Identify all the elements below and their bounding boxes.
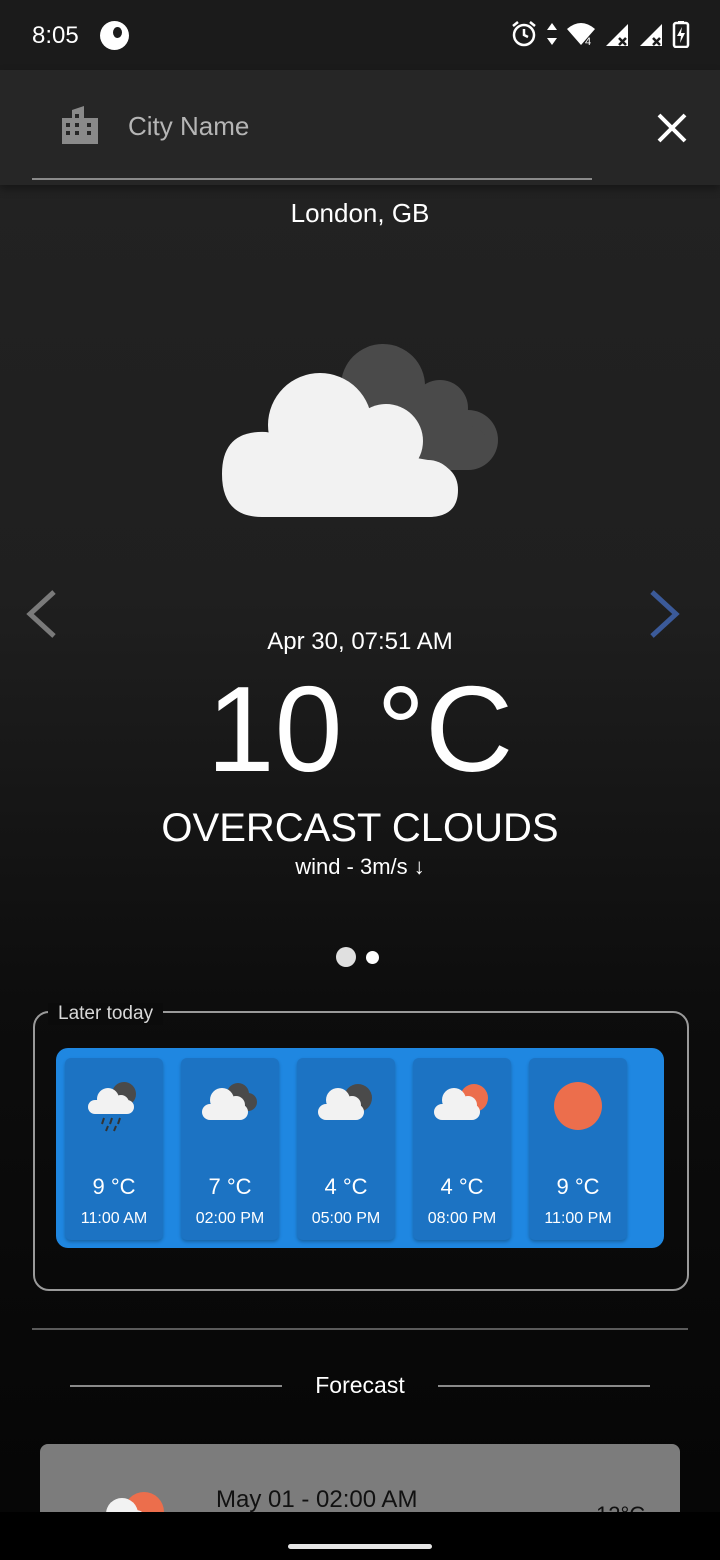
hour-temp: 4 °C xyxy=(440,1174,484,1199)
city-search-input[interactable] xyxy=(128,106,568,146)
data-arrows-icon xyxy=(546,20,558,53)
status-bar: 8:05 4 xyxy=(0,0,720,70)
observation-datetime: Apr 30, 07:51 AM xyxy=(267,628,453,655)
hour-time: 11:00 AM xyxy=(80,1210,148,1227)
page-indicator xyxy=(336,947,379,967)
hour-time: 08:00 PM xyxy=(427,1210,497,1227)
hour-time: 05:00 PM xyxy=(311,1210,381,1227)
hour-card[interactable]: 9 °C 11:00 AM xyxy=(65,1058,163,1240)
svg-text:4: 4 xyxy=(585,36,591,48)
hour-temp: 9 °C xyxy=(556,1174,600,1199)
location-label: London, GB xyxy=(290,198,430,228)
battery-charging-icon xyxy=(672,20,690,53)
hour-temp: 4 °C xyxy=(324,1174,368,1199)
forecast-item[interactable]: May 01 - 02:00 AM 12°C xyxy=(40,1444,680,1512)
forecast-line-right xyxy=(438,1385,650,1387)
cloud-dark-icon xyxy=(318,1084,372,1120)
search-underline xyxy=(32,178,592,180)
rain-cloud-icon xyxy=(88,1082,136,1132)
hour-time: 11:00 PM xyxy=(544,1210,612,1227)
later-today-title: Later today xyxy=(48,1003,164,1025)
hour-card[interactable]: 4 °C 08:00 PM xyxy=(413,1058,511,1240)
wifi-icon: 4 xyxy=(566,20,596,53)
home-indicator[interactable] xyxy=(288,1544,432,1549)
signal-icon xyxy=(604,20,630,53)
hour-temp: 9 °C xyxy=(92,1174,136,1199)
forecast-temp: 12°C xyxy=(596,1502,645,1512)
sun-icon xyxy=(554,1082,602,1130)
weather-description: OVERCAST CLOUDS xyxy=(161,806,559,850)
current-temperature: 10 °C xyxy=(206,661,514,797)
close-icon[interactable] xyxy=(650,106,694,150)
hourly-forecast-panel: 9 °C 11:00 AM 7 °C 02:00 PM 4 °C 05:00 P… xyxy=(56,1048,664,1248)
app-icon xyxy=(100,21,129,50)
hour-card[interactable]: 9 °C 11:00 PM xyxy=(529,1058,627,1240)
forecast-line-left xyxy=(70,1385,282,1387)
overcast-clouds-icon xyxy=(218,340,508,527)
hour-card[interactable]: 7 °C 02:00 PM xyxy=(181,1058,279,1240)
overcast-clouds-icon xyxy=(202,1083,257,1120)
status-icons: 4 xyxy=(510,20,690,53)
wind-info: wind - 3m/s ↓ xyxy=(295,854,425,879)
hour-card[interactable]: 4 °C 05:00 PM xyxy=(297,1058,395,1240)
hour-time: 02:00 PM xyxy=(195,1210,265,1227)
section-divider xyxy=(32,1328,688,1330)
page-dot-1[interactable] xyxy=(336,947,356,967)
signal-icon xyxy=(638,20,664,53)
navigation-bar xyxy=(0,1512,720,1560)
status-time: 8:05 xyxy=(32,22,79,49)
page-dot-2[interactable] xyxy=(366,950,379,964)
cloud-sun-icon xyxy=(434,1084,488,1120)
forecast-date: May 01 - 02:00 AM xyxy=(216,1486,418,1512)
cloud-sun-icon xyxy=(104,1490,168,1512)
search-bar xyxy=(0,70,720,185)
alarm-icon xyxy=(510,20,538,53)
building-icon xyxy=(60,106,100,149)
hour-temp: 7 °C xyxy=(208,1174,252,1199)
forecast-title: Forecast xyxy=(315,1372,405,1398)
